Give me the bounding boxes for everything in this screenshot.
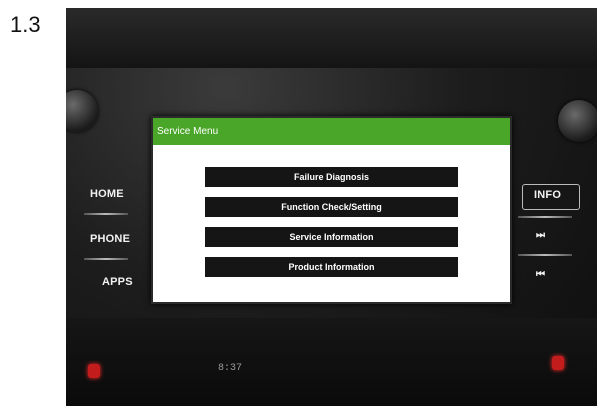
volume-knob[interactable] — [66, 90, 98, 132]
step-label: 1.3 — [10, 12, 41, 37]
prev-track-icon[interactable]: ⏮ — [536, 269, 545, 280]
function-check-setting-button[interactable]: Function Check/Setting — [205, 197, 458, 217]
seat-heater-icon[interactable] — [552, 356, 564, 370]
divider — [518, 216, 572, 218]
phone-button[interactable]: PHONE — [90, 233, 130, 245]
failure-diagnosis-button[interactable]: Failure Diagnosis — [205, 167, 458, 187]
home-button[interactable]: HOME — [90, 188, 124, 200]
apps-button[interactable]: APPS — [102, 276, 133, 288]
divider — [84, 258, 128, 260]
divider — [84, 213, 128, 215]
screen-title: Service Menu — [153, 118, 510, 145]
info-button[interactable]: INFO — [534, 189, 561, 201]
top-bezel — [66, 8, 597, 68]
service-information-button[interactable]: Service Information — [205, 227, 458, 247]
lower-console — [66, 318, 597, 406]
head-unit-photo: HOME PHONE APPS INFO ⏭ ⏮ Service Menu Fa… — [66, 8, 597, 406]
product-information-button[interactable]: Product Information — [205, 257, 458, 277]
service-menu-screen: Service Menu Failure Diagnosis Function … — [151, 116, 512, 304]
next-track-icon[interactable]: ⏭ — [536, 230, 545, 241]
seat-heater-icon[interactable] — [88, 364, 100, 378]
tune-knob[interactable] — [558, 100, 597, 142]
divider — [518, 254, 572, 256]
clock-display: 8:37 — [218, 363, 243, 374]
